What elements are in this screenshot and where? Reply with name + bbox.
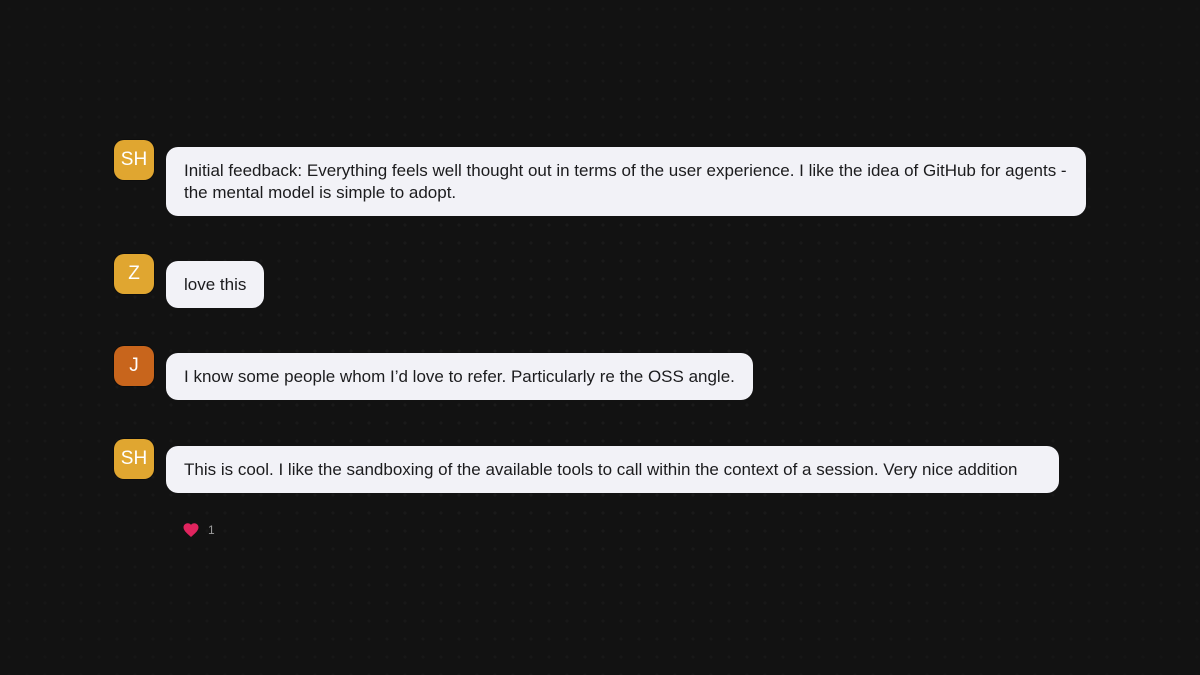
avatar[interactable]: SH bbox=[114, 140, 154, 180]
avatar[interactable]: SH bbox=[114, 439, 154, 479]
heart-icon bbox=[183, 523, 199, 537]
message-1: SH Initial feedback: Everything feels we… bbox=[114, 140, 1086, 216]
message-bubble[interactable]: love this bbox=[166, 261, 265, 308]
reaction-count: 1 bbox=[208, 523, 215, 537]
message-bubble[interactable]: This is cool. I like the sandboxing of t… bbox=[166, 446, 1059, 493]
message-bubble[interactable]: I know some people whom I’d love to refe… bbox=[166, 353, 753, 400]
message-3: J I know some people whom I’d love to re… bbox=[114, 346, 753, 400]
avatar[interactable]: J bbox=[114, 346, 154, 386]
avatar[interactable]: Z bbox=[114, 254, 154, 294]
reaction-heart[interactable]: 1 bbox=[182, 521, 215, 539]
message-2: Z love this bbox=[114, 254, 265, 308]
message-bubble[interactable]: Initial feedback: Everything feels well … bbox=[166, 147, 1086, 216]
chat-canvas: SH Initial feedback: Everything feels we… bbox=[0, 0, 1200, 675]
message-4: SH This is cool. I like the sandboxing o… bbox=[114, 439, 1059, 493]
